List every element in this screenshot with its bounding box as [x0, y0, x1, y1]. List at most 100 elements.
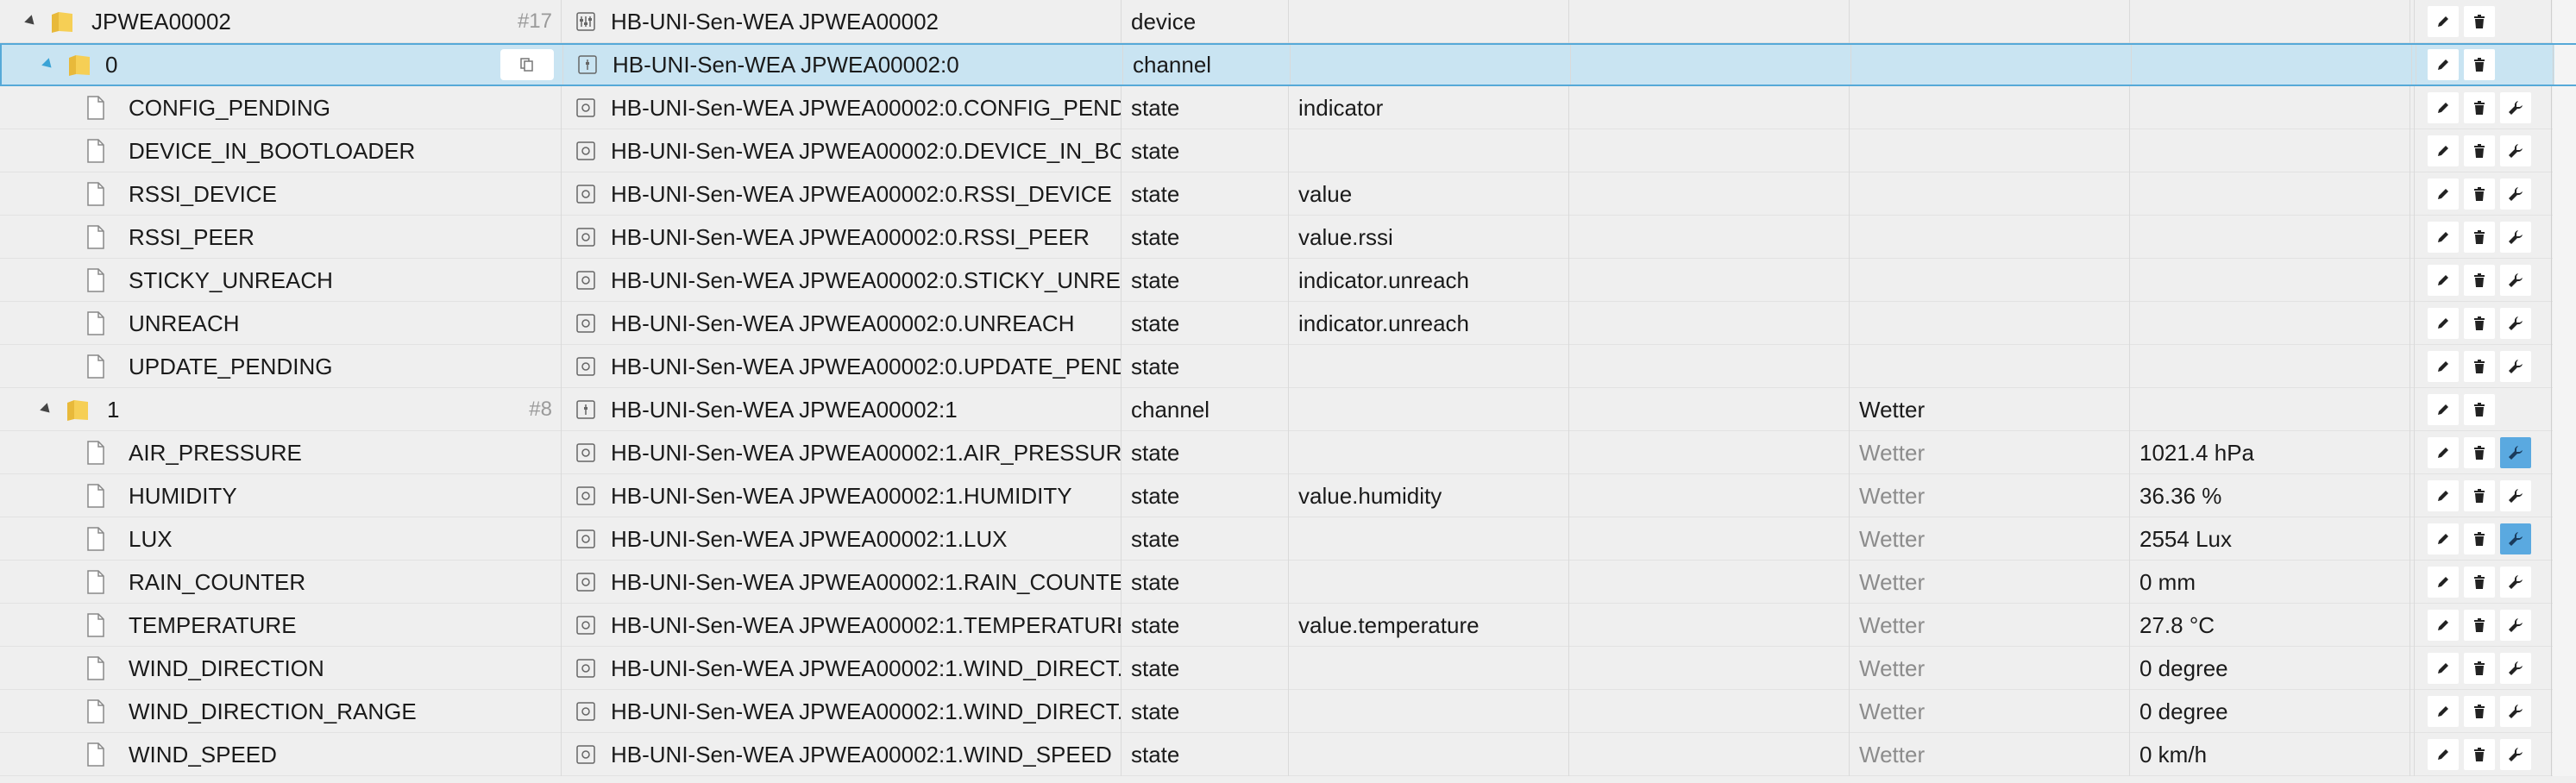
- tree-row-state[interactable]: RSSI_PEER HB-UNI-Sen-WEA JPWEA00002:0.RS…: [0, 216, 2576, 259]
- tree-row-state[interactable]: STICKY_UNREACH HB-UNI-Sen-WEA JPWEA00002…: [0, 259, 2576, 302]
- custom-settings-button[interactable]: [2500, 567, 2531, 598]
- role-cell: value: [1290, 172, 1569, 216]
- delete-button[interactable]: [2464, 92, 2495, 123]
- tree-row-state[interactable]: WIND_DIRECTION HB-UNI-Sen-WEA JPWEA00002…: [0, 647, 2576, 690]
- tree-row-state[interactable]: WIND_DIRECTION_RANGE HB-UNI-Sen-WEA JPWE…: [0, 690, 2576, 733]
- edit-button[interactable]: [2428, 6, 2459, 37]
- expand-toggle-icon[interactable]: [24, 15, 38, 28]
- scrollbar-track[interactable]: [2553, 259, 2576, 302]
- delete-button[interactable]: [2464, 567, 2495, 598]
- edit-button[interactable]: [2428, 653, 2459, 684]
- scrollbar-track[interactable]: [2553, 561, 2576, 604]
- type-cell: state: [1122, 647, 1289, 690]
- tree-row-state[interactable]: UNREACH HB-UNI-Sen-WEA JPWEA00002:0.UNRE…: [0, 302, 2576, 345]
- custom-settings-button[interactable]: [2500, 265, 2531, 296]
- scrollbar-track[interactable]: [2553, 0, 2576, 43]
- custom-settings-button[interactable]: [2500, 179, 2531, 210]
- tree-row-state[interactable]: HUMIDITY HB-UNI-Sen-WEA JPWEA00002:1.HUM…: [0, 474, 2576, 517]
- scrollbar-track[interactable]: [2553, 474, 2576, 517]
- scrollbar-track[interactable]: [2553, 129, 2576, 172]
- edit-button[interactable]: [2428, 394, 2459, 425]
- delete-button[interactable]: [2464, 351, 2495, 382]
- tree-row-channel-1[interactable]: 1 #8 HB-UNI-Sen-WEA JPWEA00002:1 channel…: [0, 388, 2576, 431]
- custom-settings-button[interactable]: [2500, 437, 2531, 468]
- tree-row-channel-0[interactable]: 0 HB-UNI-Sen-WEA JPWEA00002:0 channel: [0, 43, 2576, 86]
- object-tree: JPWEA00002 #17 HB-UNI-Sen-WEA JPWEA00002…: [0, 0, 2576, 776]
- custom-settings-button[interactable]: [2500, 610, 2531, 641]
- wrench-icon: [2509, 273, 2523, 287]
- tree-row-state[interactable]: RAIN_COUNTER HB-UNI-Sen-WEA JPWEA00002:1…: [0, 561, 2576, 604]
- name-cell: RSSI_PEER: [0, 216, 562, 259]
- edit-button[interactable]: [2428, 135, 2459, 166]
- delete-button[interactable]: [2464, 6, 2495, 37]
- scrollbar-track[interactable]: [2553, 345, 2576, 388]
- scrollbar-track[interactable]: [2553, 690, 2576, 733]
- scrollbar-track[interactable]: [2553, 431, 2576, 474]
- edit-button[interactable]: [2428, 696, 2459, 727]
- tree-row-state[interactable]: DEVICE_IN_BOOTLOADER HB-UNI-Sen-WEA JPWE…: [0, 129, 2576, 172]
- delete-button[interactable]: [2464, 135, 2495, 166]
- edit-button[interactable]: [2428, 49, 2459, 80]
- tree-row-state[interactable]: CONFIG_PENDING HB-UNI-Sen-WEA JPWEA00002…: [0, 86, 2576, 129]
- edit-button[interactable]: [2428, 480, 2459, 511]
- tree-row-state[interactable]: LUX HB-UNI-Sen-WEA JPWEA00002:1.LUX stat…: [0, 517, 2576, 561]
- tree-row-state[interactable]: RSSI_DEVICE HB-UNI-Sen-WEA JPWEA00002:0.…: [0, 172, 2576, 216]
- custom-settings-button[interactable]: [2500, 135, 2531, 166]
- edit-button[interactable]: [2428, 437, 2459, 468]
- custom-settings-button[interactable]: [2500, 92, 2531, 123]
- edit-button[interactable]: [2428, 567, 2459, 598]
- delete-button[interactable]: [2464, 610, 2495, 641]
- trash-icon: [2474, 748, 2485, 761]
- scrollbar-track[interactable]: [2554, 45, 2576, 85]
- expand-toggle-icon[interactable]: [41, 58, 55, 72]
- row-name: RSSI_PEER: [129, 224, 254, 250]
- edit-button[interactable]: [2428, 610, 2459, 641]
- delete-button[interactable]: [2464, 222, 2495, 253]
- function-cell: Wetter: [1850, 388, 2130, 431]
- custom-settings-button[interactable]: [2500, 523, 2531, 554]
- copy-id-button[interactable]: [500, 49, 554, 80]
- custom-settings-button[interactable]: [2500, 480, 2531, 511]
- scrollbar-track[interactable]: [2553, 604, 2576, 647]
- tree-row-state[interactable]: TEMPERATURE HB-UNI-Sen-WEA JPWEA00002:1.…: [0, 604, 2576, 647]
- scrollbar-track[interactable]: [2553, 216, 2576, 259]
- tree-row-state[interactable]: WIND_SPEED HB-UNI-Sen-WEA JPWEA00002:1.W…: [0, 733, 2576, 776]
- edit-button[interactable]: [2428, 222, 2459, 253]
- scrollbar-track[interactable]: [2553, 733, 2576, 776]
- custom-settings-button[interactable]: [2500, 653, 2531, 684]
- custom-settings-button[interactable]: [2500, 696, 2531, 727]
- custom-settings-button[interactable]: [2500, 222, 2531, 253]
- edit-button[interactable]: [2428, 179, 2459, 210]
- custom-settings-button[interactable]: [2500, 739, 2531, 770]
- edit-button[interactable]: [2428, 92, 2459, 123]
- delete-button[interactable]: [2464, 394, 2495, 425]
- edit-button[interactable]: [2428, 523, 2459, 554]
- edit-button[interactable]: [2428, 308, 2459, 339]
- custom-settings-button[interactable]: [2500, 308, 2531, 339]
- delete-button[interactable]: [2464, 179, 2495, 210]
- delete-button[interactable]: [2464, 480, 2495, 511]
- scrollbar-track[interactable]: [2553, 172, 2576, 216]
- delete-button[interactable]: [2464, 653, 2495, 684]
- delete-button[interactable]: [2464, 437, 2495, 468]
- delete-button[interactable]: [2464, 523, 2495, 554]
- edit-button[interactable]: [2428, 265, 2459, 296]
- edit-button[interactable]: [2428, 351, 2459, 382]
- scrollbar-track[interactable]: [2553, 517, 2576, 561]
- edit-button[interactable]: [2428, 739, 2459, 770]
- scrollbar-track[interactable]: [2553, 388, 2576, 431]
- delete-button[interactable]: [2464, 739, 2495, 770]
- tree-row-state[interactable]: UPDATE_PENDING HB-UNI-Sen-WEA JPWEA00002…: [0, 345, 2576, 388]
- expand-toggle-icon[interactable]: [40, 403, 53, 417]
- delete-button[interactable]: [2464, 308, 2495, 339]
- scrollbar-track[interactable]: [2553, 647, 2576, 690]
- tree-row-state[interactable]: AIR_PRESSURE HB-UNI-Sen-WEA JPWEA00002:1…: [0, 431, 2576, 474]
- delete-button[interactable]: [2464, 696, 2495, 727]
- scrollbar-track[interactable]: [2553, 302, 2576, 345]
- delete-button[interactable]: [2464, 265, 2495, 296]
- tree-row-device[interactable]: JPWEA00002 #17 HB-UNI-Sen-WEA JPWEA00002…: [0, 0, 2576, 43]
- delete-button[interactable]: [2464, 49, 2495, 80]
- custom-settings-button[interactable]: [2500, 351, 2531, 382]
- trash-icon: [2474, 575, 2485, 589]
- scrollbar-track[interactable]: [2553, 86, 2576, 129]
